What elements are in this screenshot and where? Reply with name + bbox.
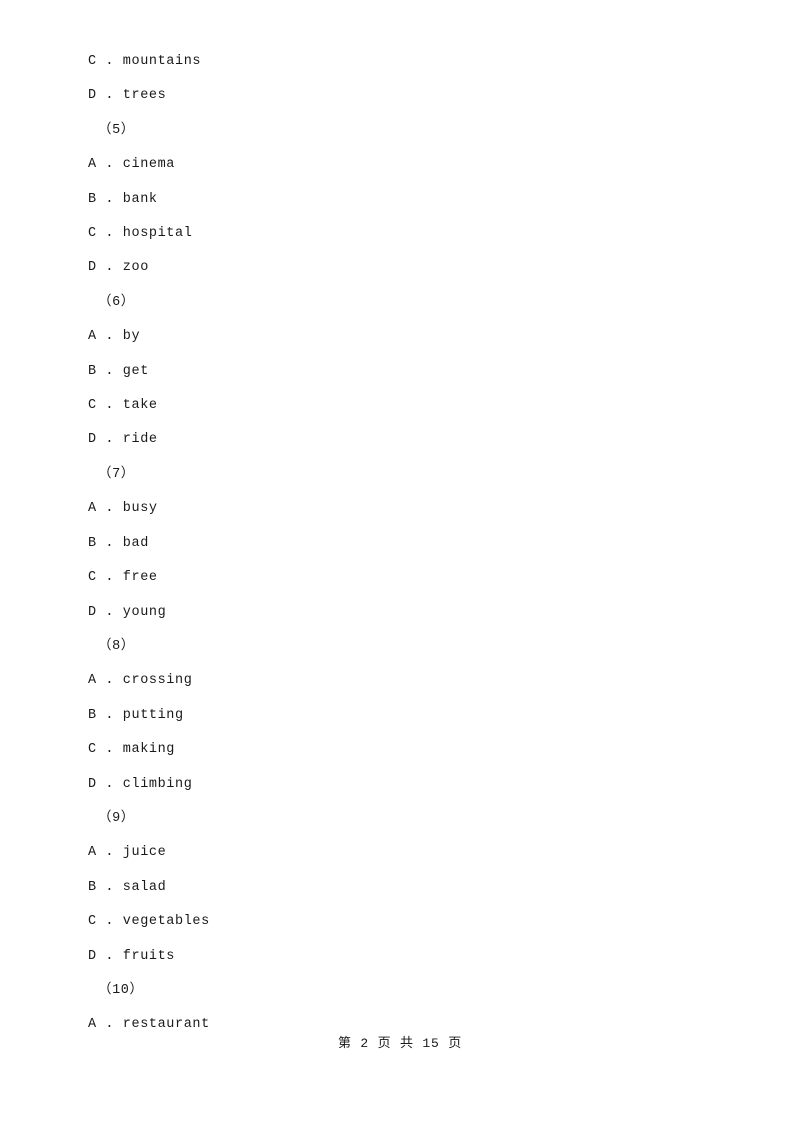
option-line: C . take [88, 398, 158, 414]
question-number: （9） [98, 810, 135, 826]
document-page: C . mountains D . trees （5） A . cinema B . b… [0, 0, 800, 1132]
option-line: B . bank [88, 191, 158, 207]
question-number: （6） [98, 294, 135, 310]
option-line: A . crossing [88, 673, 193, 689]
option-line: D . zoo [88, 260, 149, 276]
option-line: A . juice [88, 845, 167, 861]
option-line: B . salad [88, 879, 167, 895]
option-line: D . fruits [88, 948, 176, 964]
option-line: C . free [88, 570, 158, 586]
page-footer: 第 2 页 共 15 页 [337, 1036, 462, 1051]
option-line: D . young [88, 604, 167, 620]
option-line: B . get [88, 363, 149, 379]
option-line: C . vegetables [88, 914, 210, 930]
option-line: B . bad [88, 535, 149, 551]
question-number: （7） [98, 466, 135, 482]
option-line: B . putting [88, 707, 184, 723]
question-options-list: C . mountains D . trees （5） A . cinema B . b… [88, 45, 708, 1043]
option-line: D . ride [88, 432, 158, 448]
option-line: D . trees [88, 88, 167, 104]
question-number: （5） [98, 122, 135, 138]
option-line: C . hospital [88, 226, 193, 242]
option-line: D . climbing [88, 776, 193, 792]
question-number: （10） [98, 982, 144, 998]
option-line: A . busy [88, 501, 158, 517]
option-line: C . making [88, 742, 176, 758]
option-line: C . mountains [88, 54, 202, 69]
question-number: （8） [98, 638, 135, 654]
option-line: A . cinema [88, 157, 176, 173]
option-line: A . by [88, 329, 141, 345]
